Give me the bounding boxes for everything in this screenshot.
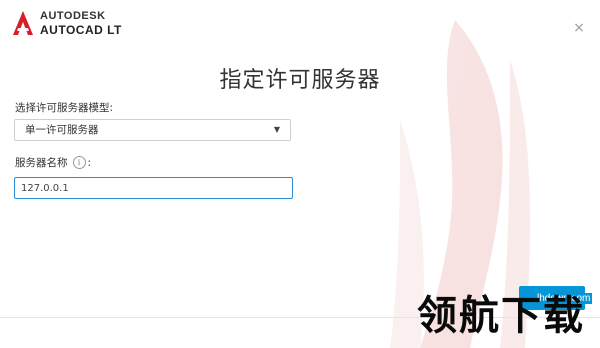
watermark-text: 领航下载 bbox=[417, 293, 585, 339]
caret-down-icon: ▼ bbox=[273, 125, 280, 134]
close-icon[interactable]: × bbox=[572, 21, 586, 35]
server-type-dropdown[interactable]: 单一许可服务器 ▼ bbox=[14, 119, 291, 141]
server-name-label-row: 服务器名称 i : bbox=[15, 155, 91, 170]
autodesk-a-logo-icon bbox=[13, 11, 33, 35]
server-type-label: 选择许可服务器模型: bbox=[15, 102, 114, 114]
brand-name: AUTODESK bbox=[40, 9, 106, 22]
server-type-selected-value: 单一许可服务器 bbox=[25, 124, 99, 136]
page-title: 指定许可服务器 bbox=[219, 68, 381, 93]
autodesk-logo: AUTODESK AUTOCAD LT bbox=[12, 10, 122, 36]
info-icon[interactable]: i bbox=[72, 156, 86, 169]
server-name-label: 服务器名称 bbox=[15, 157, 68, 169]
product-name: AUTOCAD LT bbox=[40, 22, 122, 37]
server-name-label-suffix: : bbox=[87, 156, 92, 169]
license-server-dialog: AUTODESK AUTOCAD LT × 指定许可服务器 选择许可服务器模型:… bbox=[0, 0, 600, 348]
server-name-input[interactable] bbox=[14, 177, 293, 199]
